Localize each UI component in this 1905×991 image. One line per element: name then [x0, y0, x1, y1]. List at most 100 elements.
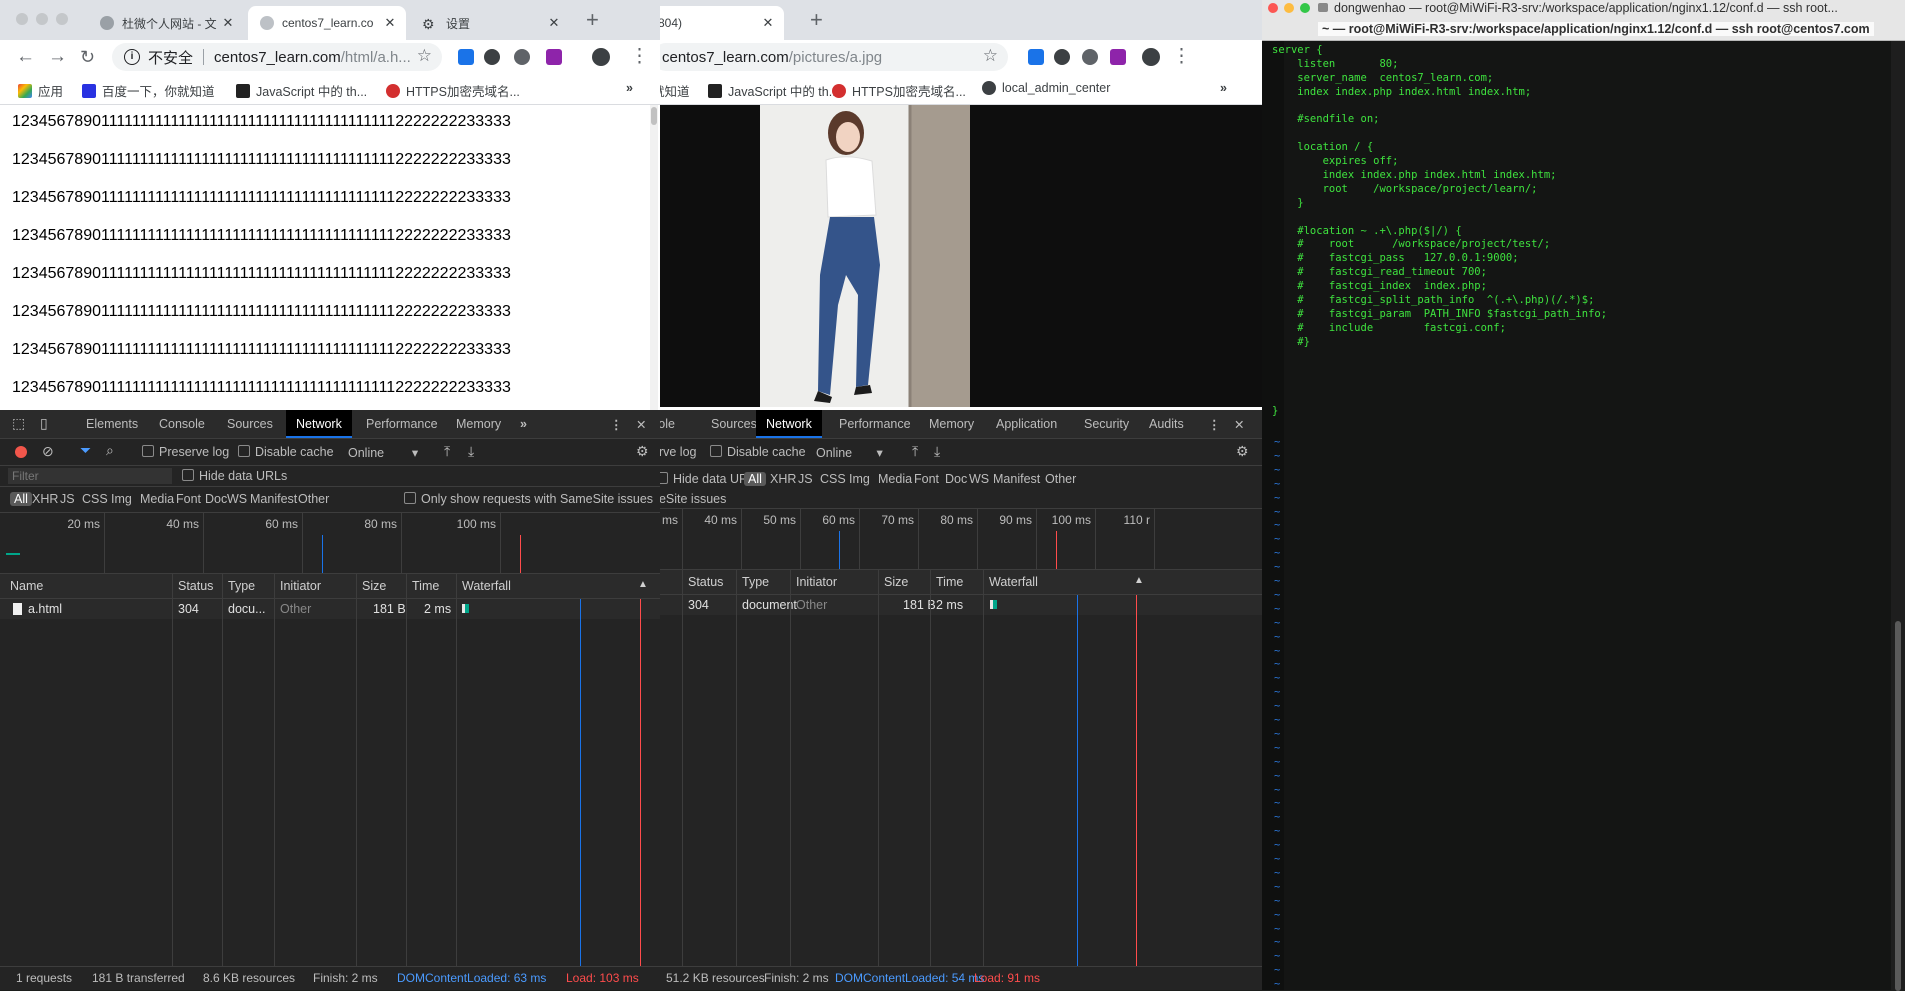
profile-avatar-icon[interactable] [1142, 48, 1160, 66]
tab-sources[interactable]: Sources [227, 417, 273, 431]
tab-memory[interactable]: Memory [929, 417, 974, 431]
col-initiator[interactable]: Initiator [280, 579, 321, 593]
minimize-window-button[interactable] [36, 13, 48, 25]
filter-type-all[interactable]: All [744, 472, 766, 486]
export-har-icon[interactable]: ⤓ [468, 443, 474, 460]
col-type[interactable]: Type [742, 575, 769, 589]
col-size[interactable]: Size [884, 575, 908, 589]
close-tab-icon[interactable]: ✕ [220, 15, 236, 31]
row-name[interactable]: a.html [28, 602, 62, 616]
throttle-select[interactable]: Online ▾ [816, 445, 883, 460]
bookmark-item[interactable]: JavaScript 中的 th... [236, 81, 367, 100]
network-settings-gear-icon[interactable]: ⚙ [1236, 443, 1249, 460]
close-window-button[interactable] [1268, 3, 1278, 13]
bookmark-item[interactable]: local_admin_center [982, 81, 1110, 95]
tab-settings[interactable]: ⚙ 设置 ✕ [410, 6, 570, 40]
tab-memory[interactable]: Memory [456, 417, 501, 431]
tab-application[interactable]: Application [996, 417, 1057, 431]
sort-asc-icon[interactable]: ▲ [638, 579, 648, 590]
forward-arrow-icon[interactable]: → [48, 46, 67, 68]
filter-type-ws[interactable]: WS [227, 492, 247, 506]
import-har-icon[interactable]: ⤒ [912, 443, 918, 460]
close-devtools-icon[interactable]: ✕ [1234, 417, 1244, 432]
col-time[interactable]: Time [412, 579, 439, 593]
col-status[interactable]: Status [178, 579, 213, 593]
more-tabs-icon[interactable]: » [520, 417, 527, 431]
table-row[interactable]: a.html 304 docu... Other 181 B 2 ms [0, 599, 660, 619]
chat-extension-icon[interactable] [1054, 49, 1070, 65]
address-bar[interactable]: i 不安全 centos7_learn.com/html/a.h... ☆ [112, 43, 442, 71]
security-label[interactable]: 不安全 [148, 47, 193, 68]
inspect-element-icon[interactable]: ⬚ [12, 415, 25, 432]
menu-dots-icon[interactable]: ⋮ [630, 46, 649, 68]
page-scroll-thumb[interactable] [651, 107, 657, 125]
record-button[interactable] [15, 446, 27, 458]
filter-funnel-icon[interactable]: ⏷ [80, 442, 91, 459]
filter-type-font[interactable]: Font [176, 492, 201, 506]
chat-extension-icon[interactable] [484, 49, 500, 65]
circle-extension-icon[interactable] [514, 49, 530, 65]
tab-elements[interactable]: Elements [86, 417, 138, 431]
new-tab-button[interactable]: + [586, 8, 599, 32]
tab-performance[interactable]: Performance [839, 417, 911, 431]
col-name[interactable]: Name [10, 579, 43, 593]
bookmark-item[interactable]: HTTPS加密壳域名... [386, 81, 520, 100]
tab-performance[interactable]: Performance [366, 417, 438, 431]
filter-type-js[interactable]: JS [60, 492, 75, 506]
tab-network[interactable]: Network [756, 410, 822, 438]
devtools-menu-icon[interactable]: ⋮ [610, 417, 623, 432]
bookmark-star-icon[interactable]: ☆ [983, 46, 998, 66]
nginx-config-text[interactable]: server { listen 80; server_name centos7_… [1272, 44, 1607, 419]
close-tab-icon[interactable]: ✕ [382, 15, 398, 31]
filter-type-other[interactable]: Other [298, 492, 329, 506]
filter-type-media[interactable]: Media [878, 472, 912, 486]
bookmark-item[interactable]: HTTPS加密壳域名... [832, 81, 966, 100]
filter-type-doc[interactable]: Doc [945, 472, 967, 486]
col-type[interactable]: Type [228, 579, 255, 593]
address-bar[interactable]: centos7_learn.com/pictures/a.jpg ☆ [652, 43, 1008, 71]
filter-type-font[interactable]: Font [914, 472, 939, 486]
filter-type-doc[interactable]: Doc [205, 492, 227, 506]
close-tab-icon[interactable]: ✕ [546, 15, 562, 31]
filter-type-manifest[interactable]: Manifest [250, 492, 297, 506]
disable-cache-checkbox[interactable]: Disable cache [238, 445, 334, 459]
filter-type-js[interactable]: JS [798, 472, 813, 486]
col-initiator[interactable]: Initiator [796, 575, 837, 589]
close-devtools-icon[interactable]: ✕ [636, 417, 646, 432]
search-icon[interactable]: ⌕ [106, 442, 114, 459]
samesite-filter-label[interactable]: neSite issues [652, 492, 726, 506]
filter-type-media[interactable]: Media [140, 492, 174, 506]
filter-type-img[interactable]: Img [849, 472, 870, 486]
rp-extension-icon[interactable] [1110, 49, 1126, 65]
more-bookmarks-icon[interactable]: » [626, 81, 633, 95]
col-size[interactable]: Size [362, 579, 386, 593]
sort-asc-icon[interactable]: ▲ [1134, 575, 1144, 586]
terminal-scroll-thumb[interactable] [1895, 621, 1901, 991]
circle-extension-icon[interactable] [1082, 49, 1098, 65]
preserve-log-checkbox[interactable]: Preserve log [142, 445, 229, 459]
terminal-scrollbar[interactable] [1891, 41, 1905, 991]
table-row[interactable]: 304 document Other 181 B 2 ms [652, 595, 1262, 615]
tab-personal-site[interactable]: 杜微个人网站 - 文 ✕ [88, 6, 244, 40]
device-toolbar-icon[interactable]: ▯ [40, 415, 48, 432]
terminal-tab-title[interactable]: ~ — root@MiWiFi-R3-srv:/workspace/applic… [1318, 22, 1874, 36]
maximize-window-button[interactable] [56, 13, 68, 25]
hide-data-urls-checkbox[interactable]: Hide data URLs [182, 469, 287, 483]
devtools-menu-icon[interactable]: ⋮ [1208, 417, 1221, 432]
tab-picture[interactable]: 804) ✕ [652, 6, 784, 40]
bookmark-apps[interactable]: 应用 [18, 81, 63, 100]
bookmark-star-icon[interactable]: ☆ [417, 46, 432, 66]
filter-type-xhr[interactable]: XHR [32, 492, 58, 506]
menu-dots-icon[interactable]: ⋮ [1172, 46, 1191, 68]
filter-type-img[interactable]: Img [111, 492, 132, 506]
tab-centos7-learn[interactable]: centos7_learn.co ✕ [248, 6, 406, 40]
tab-network[interactable]: Network [286, 410, 352, 438]
browser-window-html[interactable]: 杜微个人网站 - 文 ✕ centos7_learn.co ✕ ⚙ 设置 ✕ +… [0, 0, 660, 990]
info-icon[interactable]: i [124, 49, 140, 65]
export-har-icon[interactable]: ⤓ [934, 443, 940, 460]
filter-type-css[interactable]: CSS [82, 492, 108, 506]
rp-extension-icon[interactable] [546, 49, 562, 65]
network-settings-gear-icon[interactable]: ⚙ [636, 443, 649, 460]
tab-audits[interactable]: Audits [1149, 417, 1184, 431]
tab-security[interactable]: Security [1084, 417, 1129, 431]
